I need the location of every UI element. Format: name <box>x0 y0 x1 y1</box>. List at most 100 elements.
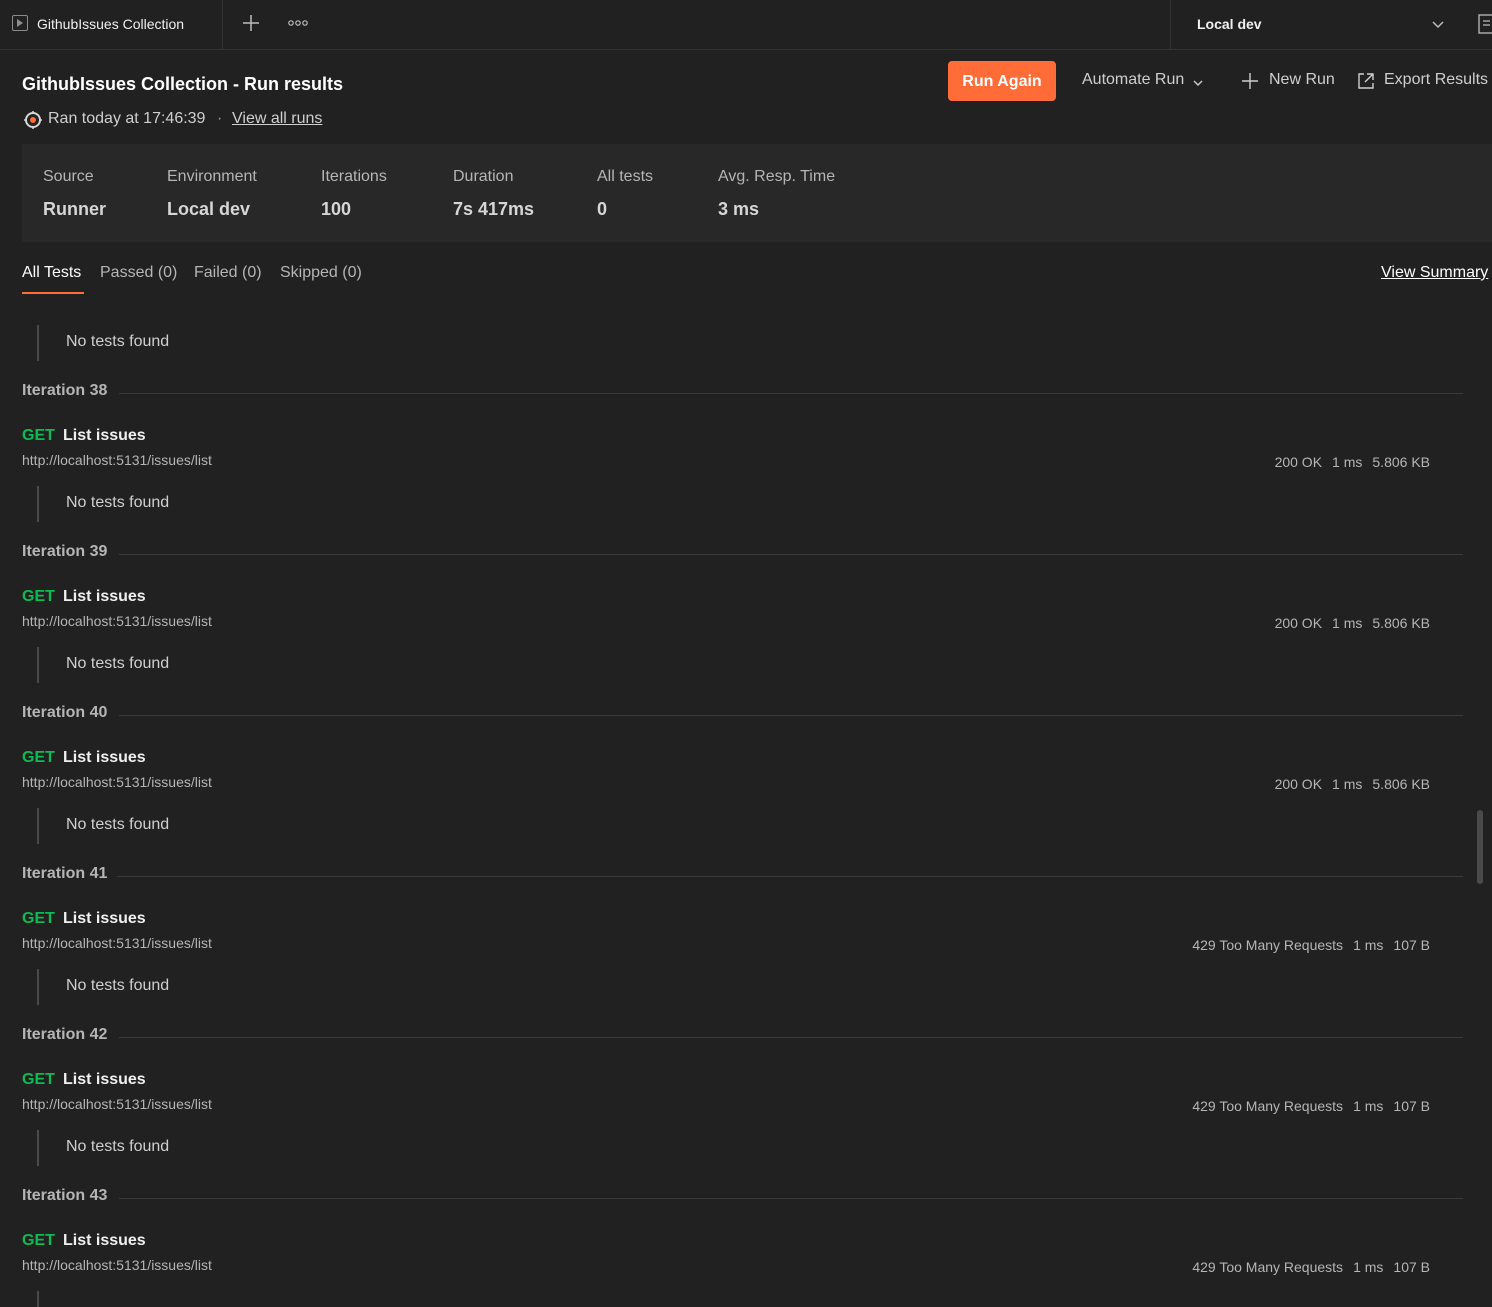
response-time: 1 ms <box>1332 776 1363 792</box>
export-icon[interactable] <box>1356 71 1376 96</box>
tab-title: GithubIssues Collection <box>37 16 185 32</box>
iteration-divider <box>119 715 1463 716</box>
stat-value: 3 ms <box>718 199 760 219</box>
iteration-divider <box>119 554 1463 555</box>
request-name[interactable]: List issues <box>63 588 146 606</box>
iteration-divider <box>119 1037 1463 1038</box>
no-tests-message: No tests found <box>66 977 170 994</box>
stat-label: Duration <box>453 168 514 185</box>
stat-value: 7s 417ms <box>453 199 535 219</box>
no-tests-marker <box>37 969 39 1005</box>
tab-failed[interactable]: Failed (0) <box>194 264 262 282</box>
automate-run-button[interactable]: Automate Run <box>1082 71 1184 89</box>
no-tests-marker <box>37 486 39 522</box>
no-tests-message: No tests found <box>66 333 170 350</box>
stat-label: Source <box>43 168 94 185</box>
chevron-down-icon[interactable] <box>1192 76 1204 94</box>
no-tests-marker <box>37 325 39 361</box>
environment-icon[interactable] <box>1478 14 1492 39</box>
iteration-divider <box>119 393 1463 394</box>
request-method: GET <box>22 749 55 766</box>
response-status: 429 Too Many Requests <box>1192 1098 1344 1114</box>
stat-value: Runner <box>43 199 106 219</box>
iteration-label: Iteration 39 <box>22 543 108 560</box>
iteration-label: Iteration 43 <box>22 1187 108 1204</box>
request-url: http://localhost:5131/issues/list <box>22 935 212 951</box>
request-method: GET <box>22 427 55 444</box>
collection-tab[interactable]: GithubIssues Collection <box>0 0 223 49</box>
run-status-icon <box>23 110 43 135</box>
request-url: http://localhost:5131/issues/list <box>22 452 212 468</box>
request-url: http://localhost:5131/issues/list <box>22 613 212 629</box>
tab-passed[interactable]: Passed (0) <box>100 264 177 282</box>
request-name[interactable]: List issues <box>63 749 146 767</box>
response-status: 200 OK <box>1274 615 1323 631</box>
runner-icon <box>12 15 28 31</box>
response-status: 429 Too Many Requests <box>1192 937 1344 953</box>
response-time: 1 ms <box>1353 1098 1384 1114</box>
iteration-label: Iteration 41 <box>22 865 108 882</box>
iteration-divider <box>119 1198 1463 1199</box>
environment-selector[interactable]: Local dev <box>1170 0 1470 49</box>
response-time: 1 ms <box>1353 1259 1384 1275</box>
request-url: http://localhost:5131/issues/list <box>22 1096 212 1112</box>
page-title: GithubIssues Collection - Run results <box>22 74 344 94</box>
results-list: No tests found Iteration 38 GET List issue… <box>0 310 1470 1307</box>
request-url: http://localhost:5131/issues/list <box>22 774 212 790</box>
request-name[interactable]: List issues <box>63 910 146 928</box>
response-size: 107 B <box>1393 1259 1430 1275</box>
iteration-label: Iteration 38 <box>22 382 108 399</box>
top-tab-bar: GithubIssues Collection Local dev <box>0 0 1492 50</box>
response-time: 1 ms <box>1332 454 1363 470</box>
response-status: 200 OK <box>1274 454 1323 470</box>
response-size: 107 B <box>1393 1098 1430 1114</box>
no-tests-message: No tests found <box>66 1138 170 1155</box>
view-summary-link[interactable]: View Summary <box>1381 264 1488 282</box>
response-time: 1 ms <box>1353 937 1384 953</box>
response-meta: 429 Too Many Requests 1 ms 107 B <box>1192 937 1430 953</box>
scrollbar-thumb[interactable] <box>1477 810 1483 884</box>
export-results-button[interactable]: Export Results <box>1384 71 1488 89</box>
stat-label: Iterations <box>321 168 387 185</box>
response-status: 200 OK <box>1274 776 1323 792</box>
plus-icon[interactable] <box>1241 72 1259 95</box>
response-status: 429 Too Many Requests <box>1192 1259 1344 1275</box>
request-name[interactable]: List issues <box>63 1071 146 1089</box>
response-meta: 200 OK 1 ms 5.806 KB <box>1275 454 1430 470</box>
request-method: GET <box>22 910 55 927</box>
stat-label: All tests <box>597 168 654 185</box>
no-tests-marker <box>37 808 39 844</box>
request-name[interactable]: List issues <box>63 1232 146 1250</box>
no-tests-message: No tests found <box>66 494 170 511</box>
run-again-button[interactable]: Run Again <box>948 61 1056 101</box>
stat-value: 100 <box>321 199 352 219</box>
no-tests-marker <box>37 1130 39 1166</box>
response-meta: 429 Too Many Requests 1 ms 107 B <box>1192 1098 1430 1114</box>
iteration-label: Iteration 42 <box>22 1026 108 1043</box>
stat-value: 0 <box>597 199 608 219</box>
run-timestamp: Ran today at 17:46:39 <box>48 110 206 127</box>
iteration-divider <box>117 876 1463 877</box>
response-meta: 200 OK 1 ms 5.806 KB <box>1275 776 1430 792</box>
environment-label: Local dev <box>1197 16 1262 32</box>
active-tab-indicator <box>22 292 84 294</box>
chevron-down-icon <box>1431 17 1445 36</box>
request-method: GET <box>22 1071 55 1088</box>
no-tests-message: No tests found <box>66 816 170 833</box>
response-size: 107 B <box>1393 937 1430 953</box>
more-icon[interactable] <box>286 14 310 32</box>
tab-skipped[interactable]: Skipped (0) <box>280 264 362 282</box>
response-size: 5.806 KB <box>1372 615 1430 631</box>
no-tests-marker <box>37 647 39 683</box>
stat-label: Environment <box>167 168 257 185</box>
request-method: GET <box>22 1232 55 1249</box>
new-run-button[interactable]: New Run <box>1269 71 1335 89</box>
request-url: http://localhost:5131/issues/list <box>22 1257 212 1273</box>
response-meta: 200 OK 1 ms 5.806 KB <box>1275 615 1430 631</box>
request-name[interactable]: List issues <box>63 427 146 445</box>
request-method: GET <box>22 588 55 605</box>
view-all-runs-link[interactable]: View all runs <box>232 110 322 128</box>
plus-icon[interactable] <box>240 12 262 34</box>
no-tests-message: No tests found <box>66 655 170 672</box>
tab-all-tests[interactable]: All Tests <box>22 264 81 282</box>
